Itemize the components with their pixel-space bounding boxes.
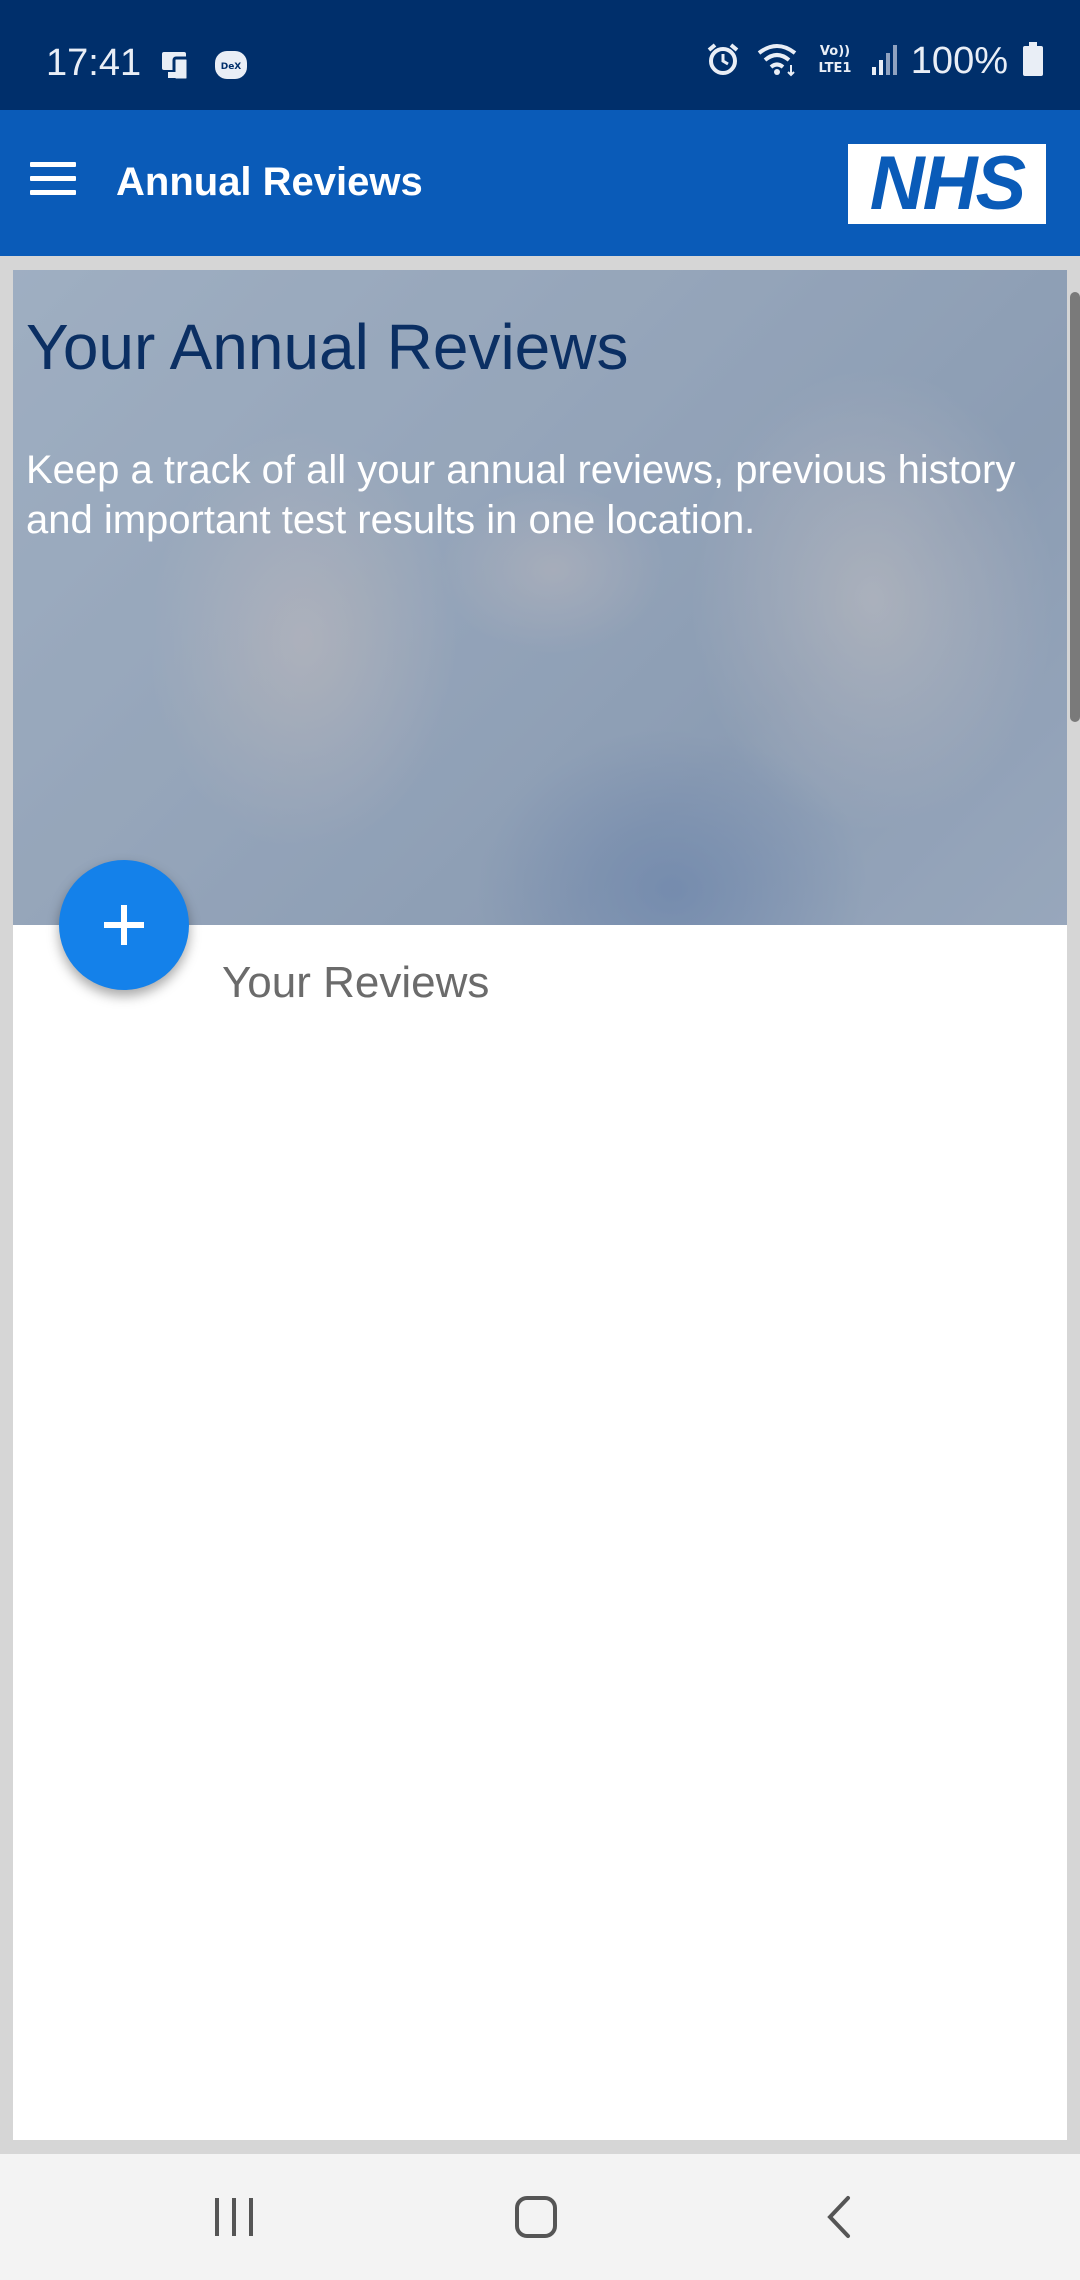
signal-icon	[871, 43, 897, 80]
menu-icon[interactable]	[30, 162, 76, 196]
battery-percentage: 100%	[910, 40, 1008, 82]
home-button[interactable]	[515, 2196, 557, 2238]
volte-label-top: Vo))	[820, 44, 850, 59]
status-bar: 17:41 DeX Vo)) LTE1 100%	[0, 0, 1080, 110]
app-bar: Annual Reviews NHS	[0, 110, 1080, 256]
hero-title: Your Annual Reviews	[26, 311, 629, 383]
alarm-icon	[705, 41, 741, 82]
hero-description: Keep a track of all your annual reviews,…	[26, 448, 1016, 542]
screen-mirror-icon	[160, 48, 196, 87]
nhs-logo-text: NHS	[869, 141, 1026, 226]
chevron-left-icon	[827, 2196, 850, 2238]
dex-label: DeX	[221, 62, 242, 72]
recents-button[interactable]	[213, 2198, 255, 2236]
wifi-icon	[755, 41, 799, 82]
annual-reviews-card: Your Annual Reviews Keep a track of all …	[13, 270, 1067, 2140]
hero-banner: Your Annual Reviews Keep a track of all …	[13, 270, 1067, 925]
volte-icon: Vo)) LTE1	[813, 41, 857, 82]
volte-label-bottom: LTE1	[818, 61, 851, 76]
add-review-button[interactable]	[59, 860, 189, 990]
status-left-icons: DeX	[160, 48, 248, 87]
status-time: 17:41	[46, 42, 142, 84]
status-right-icons: Vo)) LTE1 100%	[705, 40, 1044, 83]
nhs-logo: NHS	[848, 144, 1046, 224]
dex-icon: DeX	[214, 50, 248, 85]
scrollbar-thumb[interactable]	[1070, 292, 1080, 722]
back-button[interactable]	[820, 2194, 860, 2240]
system-nav-bar	[0, 2154, 1080, 2280]
battery-icon	[1022, 42, 1044, 81]
app-title: Annual Reviews	[116, 160, 423, 204]
your-reviews-heading: Your Reviews	[222, 958, 490, 1007]
